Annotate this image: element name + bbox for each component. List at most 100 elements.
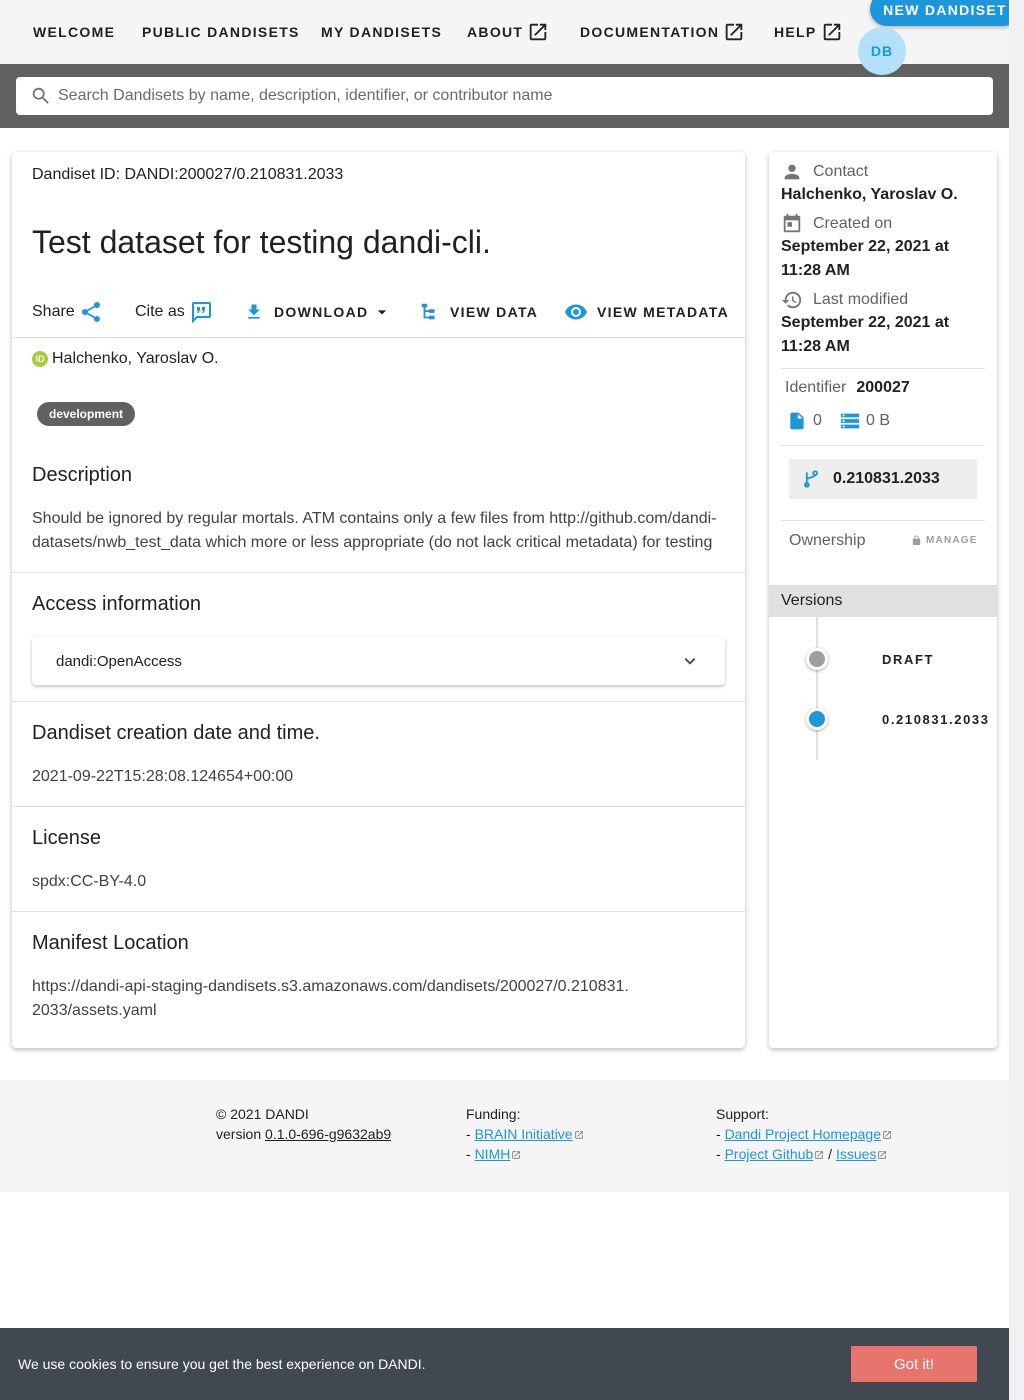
nimh-link[interactable]: NIMH: [475, 1146, 511, 1162]
access-value: dandi:OpenAccess: [56, 652, 182, 670]
nav-my-dandisets-label: MY DANDISETS: [321, 24, 443, 40]
nav-public-dandisets-label: PUBLIC DANDISETS: [142, 24, 300, 40]
version-link[interactable]: 0.1.0-696-g9632ab9: [265, 1126, 391, 1142]
file-count-value: 0: [813, 412, 822, 429]
calendar-icon: [783, 213, 801, 233]
external-link-icon: [726, 23, 743, 41]
version-dot-draft[interactable]: [806, 648, 828, 670]
external-link-icon: [574, 1131, 583, 1139]
divider: [781, 520, 985, 521]
nav-about[interactable]: ABOUT: [467, 20, 549, 44]
nav-my-dandisets[interactable]: MY DANDISETS: [321, 20, 442, 44]
dandiset-id: Dandiset ID: DANDI:200027/0.210831.2033: [32, 166, 344, 183]
file-icon: [790, 412, 804, 430]
download-icon: [248, 304, 260, 319]
view-data-label: VIEW DATA: [450, 304, 539, 320]
version-prefix: version: [216, 1126, 266, 1142]
divider: [781, 368, 985, 369]
caret-down-icon: [378, 310, 387, 315]
orcid-icon: iD: [32, 351, 48, 367]
share-label: Share: [32, 303, 75, 320]
nav-help[interactable]: HELP: [774, 20, 843, 44]
footer-support-column: Support: - Dandi Project Homepage - Proj…: [716, 1104, 892, 1164]
current-version-label: 0.210831.2033: [833, 470, 940, 487]
divider: [12, 337, 745, 338]
scrollbar[interactable]: [1009, 0, 1024, 1400]
issues-link[interactable]: Issues: [836, 1146, 876, 1162]
license-title: License: [32, 827, 101, 849]
creation-value: 2021-09-22T15:28:08.124654+00:00: [32, 768, 294, 785]
access-title: Access information: [32, 593, 201, 615]
quote-icon: [191, 302, 211, 324]
footer-funding-column: Funding: - BRAIN Initiative - NIMH: [466, 1104, 584, 1164]
manifest-value: https://dandi-api-staging-dandisets.s3.a…: [32, 978, 629, 1019]
cite-as-button[interactable]: Cite as: [135, 299, 213, 325]
new-dandiset-button[interactable]: NEW DANDISET: [870, 0, 1020, 26]
license-value: spdx:CC-BY-4.0: [32, 873, 147, 890]
dandiset-side-card: Contact Halchenko, Yaroslav O. Created o…: [769, 152, 997, 1048]
nav-documentation-label: DOCUMENTATION: [580, 24, 720, 40]
description-text: Should be ignored by regular mortals. AT…: [32, 510, 717, 551]
dandi-homepage-link[interactable]: Dandi Project Homepage: [725, 1126, 881, 1142]
history-icon: [781, 291, 802, 309]
nav-public-dandisets[interactable]: PUBLIC DANDISETS: [142, 20, 300, 44]
project-github-link[interactable]: Project Github: [725, 1146, 814, 1162]
contact-value: Halchenko, Yaroslav O.: [781, 186, 958, 203]
action-bar: Share Cite as DOWNLOAD VIEW DATA VIEW ME…: [32, 299, 732, 325]
view-data-button[interactable]: VIEW DATA: [419, 299, 538, 325]
divider: [12, 701, 745, 702]
version-dot-published[interactable]: [806, 708, 828, 730]
dataset-size: 0 B: [839, 410, 890, 432]
identifier-label: Identifier: [785, 379, 847, 396]
support-title: Support:: [716, 1106, 769, 1122]
version-label-published[interactable]: 0.210831.2033: [882, 712, 990, 727]
search-input[interactable]: [58, 87, 958, 105]
chevron-down-icon: [684, 658, 696, 665]
nav-welcome[interactable]: WELCOME: [33, 20, 115, 44]
keyword-chip: development: [37, 402, 136, 426]
avatar[interactable]: DB: [858, 27, 906, 75]
search-icon: [32, 87, 49, 104]
support-item: - Dandi Project Homepage: [716, 1124, 892, 1144]
divider: [12, 806, 745, 807]
nav-welcome-label: WELCOME: [33, 24, 116, 40]
nav-documentation[interactable]: DOCUMENTATION: [580, 20, 745, 44]
created-label: Created on: [781, 213, 892, 235]
cite-as-label: Cite as: [135, 303, 185, 320]
brain-initiative-link[interactable]: BRAIN Initiative: [475, 1126, 573, 1142]
manage-owners-button[interactable]: MANAGE: [911, 535, 978, 546]
cookie-accept-button[interactable]: Got it!: [851, 1346, 977, 1382]
eye-icon: [565, 304, 587, 320]
ownership-label: Ownership: [789, 532, 866, 549]
nav-about-label: ABOUT: [467, 24, 524, 40]
storage-icon: [840, 413, 860, 429]
manage-label: MANAGE: [926, 535, 978, 546]
contact-label-text: Contact: [813, 163, 869, 180]
external-link-icon: [530, 23, 547, 41]
versions-header: Versions: [769, 585, 997, 617]
modified-label-text: Last modified: [813, 291, 909, 308]
view-metadata-button[interactable]: VIEW METADATA: [564, 299, 729, 325]
funding-item: - BRAIN Initiative: [466, 1124, 584, 1144]
divider: [781, 445, 985, 446]
view-metadata-label: VIEW METADATA: [597, 304, 729, 320]
created-value: September 22, 2021 at 11:28 AM: [781, 238, 950, 279]
search-box[interactable]: [16, 77, 993, 115]
dandiset-main-card: Dandiset ID: DANDI:200027/0.210831.2033 …: [12, 152, 745, 1048]
dandiset-title: Test dataset for testing dandi-cli.: [32, 224, 491, 260]
modified-value: September 22, 2021 at 11:28 AM: [781, 314, 950, 355]
person-icon: [784, 164, 800, 180]
access-expansion-panel[interactable]: dandi:OpenAccess: [32, 637, 725, 685]
funding-item: - NIMH: [466, 1144, 584, 1164]
share-button[interactable]: Share: [32, 299, 103, 325]
file-count: 0: [787, 410, 822, 432]
current-version-selector[interactable]: 0.210831.2033: [789, 459, 977, 499]
version-label-draft[interactable]: DRAFT: [882, 652, 934, 667]
download-button[interactable]: DOWNLOAD: [244, 299, 392, 325]
cookie-text: We use cookies to ensure you get the bes…: [18, 1356, 426, 1372]
contributor[interactable]: iD Halchenko, Yaroslav O.: [32, 350, 219, 368]
download-label: DOWNLOAD: [274, 304, 369, 320]
page: WELCOME PUBLIC DANDISETS MY DANDISETS AB…: [0, 0, 1009, 1400]
copyright: © 2021 DANDI: [216, 1106, 309, 1122]
divider: [12, 911, 745, 912]
